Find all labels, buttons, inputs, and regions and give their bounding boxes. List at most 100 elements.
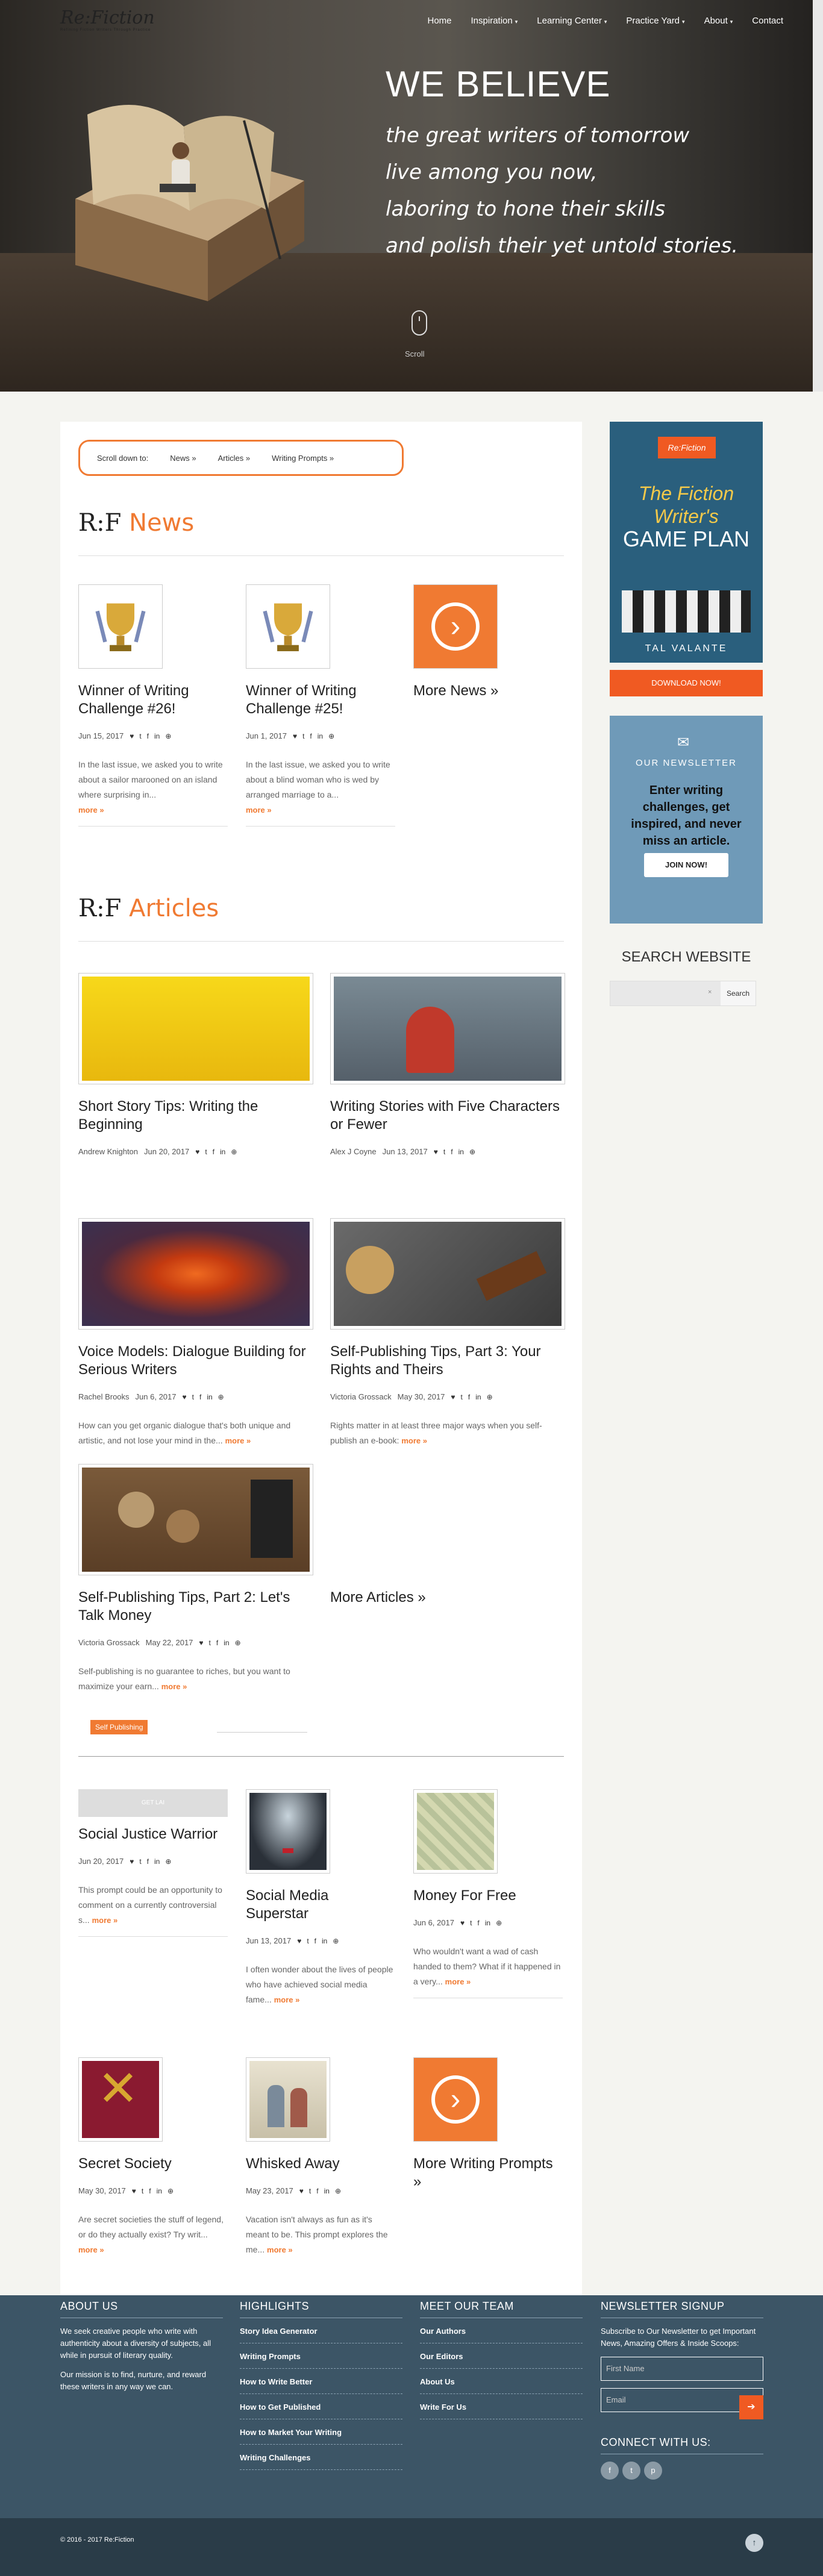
join-now-button[interactable]: JOIN NOW!	[644, 853, 728, 877]
twitter-icon[interactable]: t	[209, 1639, 211, 1647]
nav-contact[interactable]: Contact	[752, 16, 783, 26]
footer-link[interactable]: About Us	[420, 2369, 583, 2394]
trophy-thumbnail[interactable]	[246, 584, 330, 669]
heart-icon[interactable]: ♥	[183, 1393, 187, 1401]
heart-icon[interactable]: ♥	[451, 1393, 455, 1401]
pinterest-icon[interactable]: ⊕	[165, 732, 171, 740]
article-image[interactable]	[330, 1218, 565, 1330]
article-author[interactable]: Alex J Coyne	[330, 1147, 377, 1156]
twitter-icon[interactable]: t	[139, 732, 141, 740]
download-button[interactable]: DOWNLOAD NOW!	[610, 670, 763, 696]
facebook-icon[interactable]: f	[199, 1393, 201, 1401]
prompt-image[interactable]	[78, 2057, 163, 2142]
facebook-icon[interactable]: f	[310, 732, 311, 740]
back-to-top-icon[interactable]: ↑	[745, 2534, 763, 2552]
heart-icon[interactable]: ♥	[293, 732, 297, 740]
heart-icon[interactable]: ♥	[130, 1857, 134, 1866]
footer-link[interactable]: Write For Us	[420, 2394, 583, 2419]
submit-arrow-icon[interactable]: ➔	[739, 2395, 763, 2419]
more-link[interactable]: more »	[78, 2245, 104, 2254]
linkedin-icon[interactable]: in	[154, 732, 160, 740]
category-tag[interactable]: Self Publishing	[90, 1720, 148, 1734]
prompt-title[interactable]: Secret Society	[78, 2155, 228, 2173]
scroll-to-news-link[interactable]: News »	[170, 454, 196, 463]
prompt-image[interactable]: GET LAI	[78, 1789, 228, 1817]
prompt-image[interactable]	[413, 1789, 498, 1874]
twitter-icon[interactable]: t	[470, 1919, 472, 1927]
footer-link[interactable]: Story Idea Generator	[240, 2318, 402, 2343]
footer-link[interactable]: How to Get Published	[240, 2394, 402, 2419]
nav-practice-yard[interactable]: Practice Yard ▾	[626, 16, 684, 26]
more-link[interactable]: more »	[161, 1682, 187, 1691]
pinterest-icon[interactable]: ⊕	[231, 1148, 237, 1156]
more-link[interactable]: more »	[225, 1436, 251, 1445]
ebook-cover[interactable]: Re:Fiction The Fiction Writer's GAME PLA…	[610, 422, 763, 663]
prompt-image[interactable]	[246, 2057, 330, 2142]
article-author[interactable]: Andrew Knighton	[78, 1147, 138, 1156]
first-name-field[interactable]: First Name	[601, 2357, 763, 2381]
more-news-button[interactable]: ›	[413, 584, 498, 669]
article-title[interactable]: Voice Models: Dialogue Building for Seri…	[78, 1343, 313, 1379]
twitter-icon[interactable]: t	[142, 2187, 143, 2195]
article-title[interactable]: Writing Stories with Five Characters or …	[330, 1098, 565, 1134]
pinterest-icon[interactable]: ⊕	[218, 1393, 224, 1401]
article-title[interactable]: Short Story Tips: Writing the Beginning	[78, 1098, 313, 1134]
more-prompts-button[interactable]: ›	[413, 2057, 498, 2142]
facebook-icon[interactable]: f	[149, 2187, 151, 2195]
facebook-icon[interactable]: f	[451, 1148, 452, 1156]
twitter-icon[interactable]: t	[302, 732, 304, 740]
facebook-icon[interactable]: f	[314, 1937, 316, 1945]
more-articles-button[interactable]: ›	[330, 1464, 565, 1575]
footer-link[interactable]: Writing Challenges	[240, 2445, 402, 2470]
heart-icon[interactable]: ♥	[460, 1919, 465, 1927]
pinterest-icon[interactable]: ⊕	[487, 1393, 493, 1401]
footer-link[interactable]: Our Authors	[420, 2318, 583, 2343]
twitter-icon[interactable]: t	[622, 2462, 640, 2480]
news-title[interactable]: Winner of Writing Challenge #25!	[246, 682, 395, 718]
site-logo[interactable]: Re:Fiction Refining Fiction Writers Thro…	[60, 7, 169, 37]
scroll-to-articles-link[interactable]: Articles »	[218, 454, 250, 463]
twitter-icon[interactable]: t	[205, 1148, 207, 1156]
linkedin-icon[interactable]: in	[157, 2187, 162, 2195]
article-author[interactable]: Victoria Grossack	[78, 1638, 140, 1647]
facebook-icon[interactable]: f	[601, 2462, 619, 2480]
article-author[interactable]: Rachel Brooks	[78, 1392, 130, 1401]
pinterest-icon[interactable]: ⊕	[469, 1148, 475, 1156]
linkedin-icon[interactable]: in	[458, 1148, 464, 1156]
scroll-to-prompts-link[interactable]: Writing Prompts »	[272, 454, 334, 463]
pinterest-icon[interactable]: p	[644, 2462, 662, 2480]
footer-link[interactable]: Our Editors	[420, 2343, 583, 2369]
heart-icon[interactable]: ♥	[434, 1148, 438, 1156]
twitter-icon[interactable]: t	[309, 2187, 311, 2195]
nav-home[interactable]: Home	[428, 16, 452, 26]
pinterest-icon[interactable]: ⊕	[235, 1639, 241, 1647]
facebook-icon[interactable]: f	[216, 1639, 218, 1647]
heart-icon[interactable]: ♥	[199, 1639, 203, 1647]
pinterest-icon[interactable]: ⊕	[335, 2187, 341, 2195]
more-link[interactable]: more »	[274, 1995, 300, 2004]
prompt-title[interactable]: Social Justice Warrior	[78, 1825, 228, 1843]
article-image[interactable]	[78, 1218, 313, 1330]
facebook-icon[interactable]: f	[468, 1393, 470, 1401]
article-title[interactable]: Self-Publishing Tips, Part 2: Let's Talk…	[78, 1589, 313, 1625]
article-author[interactable]: Victoria Grossack	[330, 1392, 392, 1401]
pinterest-icon[interactable]: ⊕	[165, 1857, 171, 1866]
more-news-link[interactable]: More News »	[413, 682, 563, 700]
more-articles-link[interactable]: More Articles »	[330, 1589, 565, 1607]
twitter-icon[interactable]: t	[461, 1393, 463, 1401]
more-prompts-link[interactable]: More Writing Prompts »	[413, 2155, 563, 2191]
more-link[interactable]: more »	[445, 1977, 471, 1986]
pinterest-icon[interactable]: ⊕	[167, 2187, 174, 2195]
search-input[interactable]	[610, 981, 722, 1005]
footer-link[interactable]: How to Write Better	[240, 2369, 402, 2394]
linkedin-icon[interactable]: in	[475, 1393, 481, 1401]
heart-icon[interactable]: ♥	[195, 1148, 199, 1156]
search-button[interactable]: Search	[721, 981, 756, 1005]
twitter-icon[interactable]: t	[139, 1857, 141, 1866]
trophy-thumbnail[interactable]	[78, 584, 163, 669]
linkedin-icon[interactable]: in	[207, 1393, 212, 1401]
twitter-icon[interactable]: t	[443, 1148, 445, 1156]
article-image[interactable]	[330, 973, 565, 1084]
nav-learning-center[interactable]: Learning Center ▾	[537, 16, 607, 26]
more-link[interactable]: more »	[246, 805, 272, 814]
